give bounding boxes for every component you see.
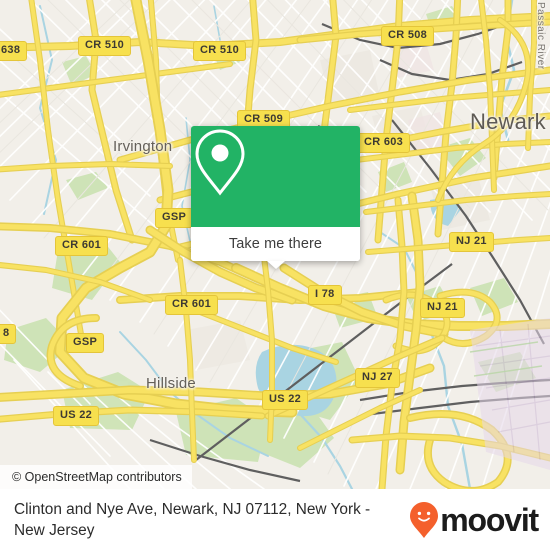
take-me-there-label: Take me there bbox=[228, 236, 323, 252]
take-me-there-button[interactable]: Take me there bbox=[191, 227, 360, 261]
location-caption: Clinton and Nye Ave, Newark, NJ 07112, N… bbox=[14, 500, 371, 539]
map-screenshot: .rd { stroke:#f8e263; fill:none; stroke-… bbox=[0, 0, 550, 550]
location-popup-card[interactable]: Take me there bbox=[191, 126, 360, 269]
popup-image bbox=[191, 126, 360, 227]
moovit-smiley-pin-icon bbox=[410, 501, 439, 538]
moovit-logo[interactable]: moovit bbox=[409, 501, 550, 539]
moovit-wordmark: moovit bbox=[440, 501, 539, 538]
osm-attribution-text: © OpenStreetMap contributors bbox=[12, 470, 182, 484]
map-pin-icon bbox=[195, 129, 245, 196]
map-canvas[interactable]: .rd { stroke:#f8e263; fill:none; stroke-… bbox=[0, 0, 550, 489]
popup-pointer bbox=[266, 261, 285, 269]
footer-bar: Clinton and Nye Ave, Newark, NJ 07112, N… bbox=[0, 489, 550, 550]
osm-attribution[interactable]: © OpenStreetMap contributors bbox=[0, 465, 192, 489]
